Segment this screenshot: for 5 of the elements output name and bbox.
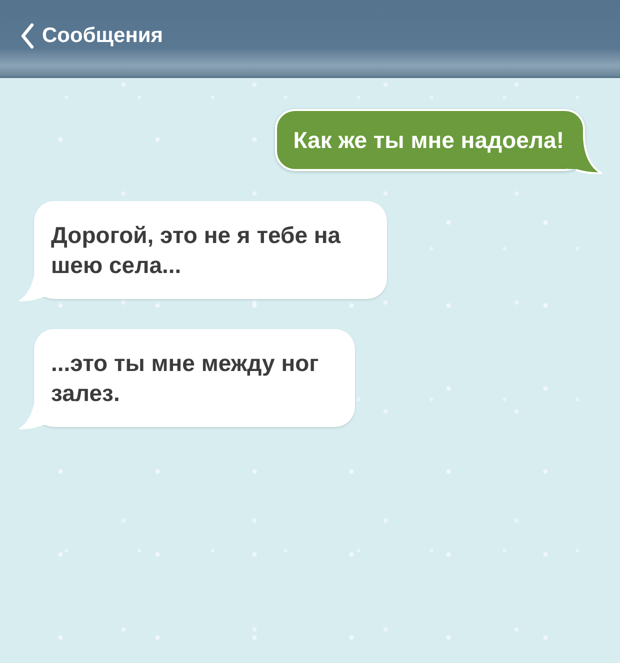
back-button[interactable]: Сообщения (20, 20, 164, 52)
message-text: ...это ты мне между ног залез. (51, 349, 320, 408)
message-text: Как же ты мне надоела! (293, 126, 564, 155)
chevron-left-icon (20, 23, 34, 49)
message-text: Дорогой, это не я тебе на шею села... (51, 221, 342, 280)
